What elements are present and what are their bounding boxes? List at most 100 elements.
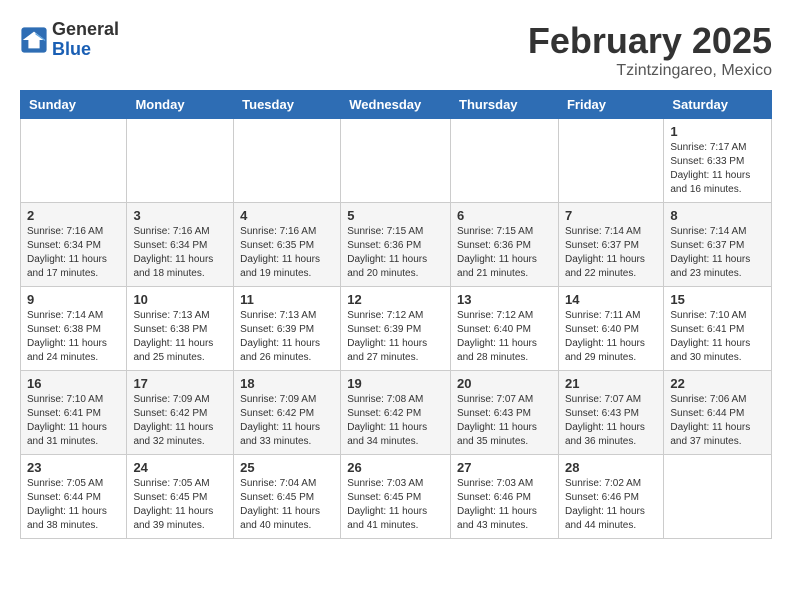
day-number: 27 — [457, 460, 552, 475]
day-number: 20 — [457, 376, 552, 391]
day-info: Sunrise: 7:14 AM Sunset: 6:37 PM Dayligh… — [670, 225, 765, 281]
day-info: Sunrise: 7:12 AM Sunset: 6:40 PM Dayligh… — [457, 309, 552, 365]
day-number: 22 — [670, 376, 765, 391]
day-number: 4 — [240, 208, 334, 223]
weekday-header-sunday: Sunday — [21, 91, 127, 119]
day-info: Sunrise: 7:05 AM Sunset: 6:44 PM Dayligh… — [27, 477, 120, 533]
day-info: Sunrise: 7:15 AM Sunset: 6:36 PM Dayligh… — [347, 225, 444, 281]
week-row-4: 16Sunrise: 7:10 AM Sunset: 6:41 PM Dayli… — [21, 371, 772, 455]
day-number: 17 — [133, 376, 227, 391]
day-cell-6: 6Sunrise: 7:15 AM Sunset: 6:36 PM Daylig… — [451, 203, 559, 287]
day-number: 11 — [240, 292, 334, 307]
day-number: 12 — [347, 292, 444, 307]
day-number: 13 — [457, 292, 552, 307]
logo-general: General — [52, 19, 119, 39]
day-cell-12: 12 Sunrise: 7:12 AM Sunset: 6:39 PM Dayli… — [341, 287, 451, 371]
day-cell-27: 27Sunrise: 7:03 AM Sunset: 6:46 PM Dayli… — [451, 455, 559, 539]
day-info: Sunrise: 7:12 AM Sunset: 6:39 PM Dayligh… — [347, 309, 444, 365]
day-number: 15 — [670, 292, 765, 307]
empty-cell — [341, 119, 451, 203]
day-number: 16 — [27, 376, 120, 391]
day-cell-22: 22Sunrise: 7:06 AM Sunset: 6:44 PM Dayli… — [664, 371, 772, 455]
day-number: 18 — [240, 376, 334, 391]
day-cell-1: 1 Sunrise: 7:17 AM Sunset: 6:33 PM Daylig… — [664, 119, 772, 203]
empty-cell — [664, 455, 772, 539]
day-info: Sunrise: 7:02 AM Sunset: 6:46 PM Dayligh… — [565, 477, 657, 533]
day-info: Sunrise: 7:10 AM Sunset: 6:41 PM Dayligh… — [670, 309, 765, 365]
day-number: 28 — [565, 460, 657, 475]
logo: General Blue — [20, 20, 119, 60]
day-info: Sunrise: 7:17 AM Sunset: 6:33 PM Dayligh… — [670, 141, 765, 197]
day-number: 25 — [240, 460, 334, 475]
day-info: Sunrise: 7:07 AM Sunset: 6:43 PM Dayligh… — [565, 393, 657, 449]
location: Tzintzingareo, Mexico — [528, 62, 772, 80]
weekday-header-tuesday: Tuesday — [234, 91, 341, 119]
day-number: 9 — [27, 292, 120, 307]
empty-cell — [21, 119, 127, 203]
day-cell-14: 14Sunrise: 7:11 AM Sunset: 6:40 PM Dayli… — [558, 287, 663, 371]
day-number: 23 — [27, 460, 120, 475]
day-cell-2: 2 Sunrise: 7:16 AM Sunset: 6:34 PM Daylig… — [21, 203, 127, 287]
day-cell-24: 24 Sunrise: 7:05 AM Sunset: 6:45 PM Dayli… — [127, 455, 234, 539]
day-cell-15: 15 Sunrise: 7:10 AM Sunset: 6:41 PM Dayli… — [664, 287, 772, 371]
day-info: Sunrise: 7:05 AM Sunset: 6:45 PM Dayligh… — [133, 477, 227, 533]
day-cell-21: 21 Sunrise: 7:07 AM Sunset: 6:43 PM Dayli… — [558, 371, 663, 455]
day-cell-26: 26Sunrise: 7:03 AM Sunset: 6:45 PM Dayli… — [341, 455, 451, 539]
day-number: 3 — [133, 208, 227, 223]
day-number: 10 — [133, 292, 227, 307]
day-number: 1 — [670, 124, 765, 139]
weekday-header-saturday: Saturday — [664, 91, 772, 119]
day-cell-25: 25Sunrise: 7:04 AM Sunset: 6:45 PM Dayli… — [234, 455, 341, 539]
calendar-table: SundayMondayTuesdayWednesdayThursdayFrid… — [20, 90, 772, 539]
day-info: Sunrise: 7:09 AM Sunset: 6:42 PM Dayligh… — [133, 393, 227, 449]
weekday-header-row: SundayMondayTuesdayWednesdayThursdayFrid… — [21, 91, 772, 119]
title-block: February 2025 Tzintzingareo, Mexico — [528, 20, 772, 80]
weekday-header-friday: Friday — [558, 91, 663, 119]
day-info: Sunrise: 7:09 AM Sunset: 6:42 PM Dayligh… — [240, 393, 334, 449]
day-cell-19: 19 Sunrise: 7:08 AM Sunset: 6:42 PM Dayli… — [341, 371, 451, 455]
empty-cell — [451, 119, 559, 203]
day-number: 2 — [27, 208, 120, 223]
day-cell-3: 3 Sunrise: 7:16 AM Sunset: 6:34 PM Daylig… — [127, 203, 234, 287]
day-number: 7 — [565, 208, 657, 223]
day-cell-7: 7 Sunrise: 7:14 AM Sunset: 6:37 PM Daylig… — [558, 203, 663, 287]
day-number: 14 — [565, 292, 657, 307]
day-info: Sunrise: 7:16 AM Sunset: 6:34 PM Dayligh… — [27, 225, 120, 281]
day-number: 19 — [347, 376, 444, 391]
day-cell-20: 20 Sunrise: 7:07 AM Sunset: 6:43 PM Dayli… — [451, 371, 559, 455]
day-cell-13: 13 Sunrise: 7:12 AM Sunset: 6:40 PM Dayli… — [451, 287, 559, 371]
day-cell-8: 8Sunrise: 7:14 AM Sunset: 6:37 PM Daylig… — [664, 203, 772, 287]
day-cell-11: 11 Sunrise: 7:13 AM Sunset: 6:39 PM Dayli… — [234, 287, 341, 371]
week-row-3: 9 Sunrise: 7:14 AM Sunset: 6:38 PM Daylig… — [21, 287, 772, 371]
week-row-2: 2 Sunrise: 7:16 AM Sunset: 6:34 PM Daylig… — [21, 203, 772, 287]
day-cell-17: 17 Sunrise: 7:09 AM Sunset: 6:42 PM Dayli… — [127, 371, 234, 455]
day-cell-4: 4Sunrise: 7:16 AM Sunset: 6:35 PM Daylig… — [234, 203, 341, 287]
day-info: Sunrise: 7:16 AM Sunset: 6:34 PM Dayligh… — [133, 225, 227, 281]
week-row-5: 23 Sunrise: 7:05 AM Sunset: 6:44 PM Dayli… — [21, 455, 772, 539]
day-cell-9: 9 Sunrise: 7:14 AM Sunset: 6:38 PM Daylig… — [21, 287, 127, 371]
day-cell-16: 16Sunrise: 7:10 AM Sunset: 6:41 PM Dayli… — [21, 371, 127, 455]
day-cell-18: 18 Sunrise: 7:09 AM Sunset: 6:42 PM Dayli… — [234, 371, 341, 455]
logo-blue: Blue — [52, 39, 91, 59]
page-header: General Blue February 2025 Tzintzingareo… — [20, 20, 772, 80]
day-number: 26 — [347, 460, 444, 475]
day-number: 21 — [565, 376, 657, 391]
empty-cell — [127, 119, 234, 203]
day-info: Sunrise: 7:14 AM Sunset: 6:37 PM Dayligh… — [565, 225, 657, 281]
logo-text: General Blue — [52, 20, 119, 60]
day-info: Sunrise: 7:13 AM Sunset: 6:39 PM Dayligh… — [240, 309, 334, 365]
day-cell-28: 28 Sunrise: 7:02 AM Sunset: 6:46 PM Dayli… — [558, 455, 663, 539]
empty-cell — [558, 119, 663, 203]
day-info: Sunrise: 7:15 AM Sunset: 6:36 PM Dayligh… — [457, 225, 552, 281]
week-row-1: 1 Sunrise: 7:17 AM Sunset: 6:33 PM Daylig… — [21, 119, 772, 203]
day-info: Sunrise: 7:08 AM Sunset: 6:42 PM Dayligh… — [347, 393, 444, 449]
weekday-header-thursday: Thursday — [451, 91, 559, 119]
day-info: Sunrise: 7:07 AM Sunset: 6:43 PM Dayligh… — [457, 393, 552, 449]
day-info: Sunrise: 7:13 AM Sunset: 6:38 PM Dayligh… — [133, 309, 227, 365]
day-number: 5 — [347, 208, 444, 223]
day-info: Sunrise: 7:14 AM Sunset: 6:38 PM Dayligh… — [27, 309, 120, 365]
weekday-header-monday: Monday — [127, 91, 234, 119]
day-cell-10: 10 Sunrise: 7:13 AM Sunset: 6:38 PM Dayli… — [127, 287, 234, 371]
day-number: 24 — [133, 460, 227, 475]
logo-icon — [20, 26, 48, 54]
